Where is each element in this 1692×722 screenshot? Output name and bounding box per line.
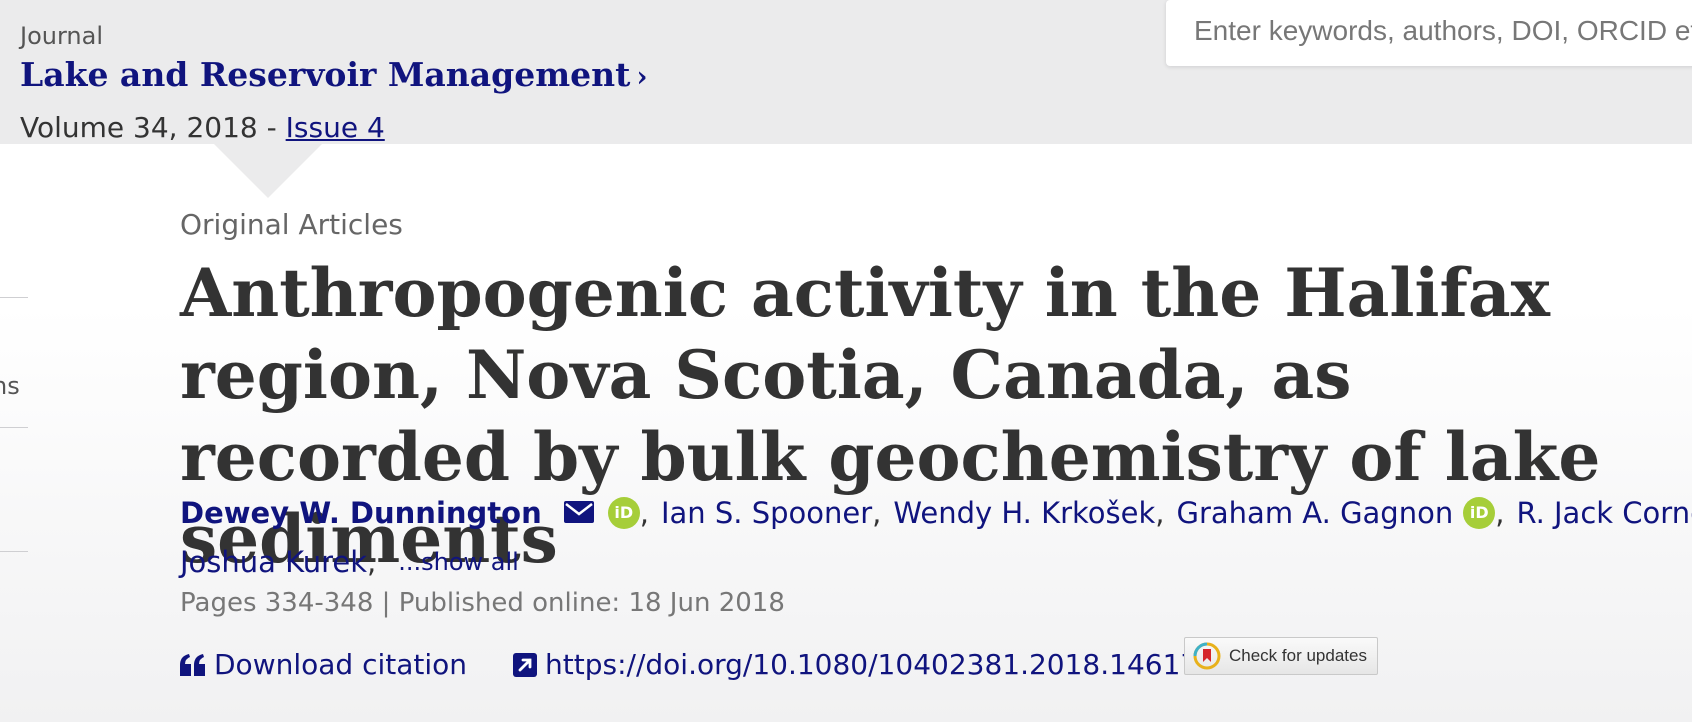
author-link[interactable]: R. Jack Cornett: [1516, 496, 1692, 530]
author-list-continued: Joshua Kurek, ...show all: [180, 545, 519, 579]
article-actions: Download citation https://doi.org/10.108…: [180, 648, 1234, 681]
sidebar-divider: [0, 427, 28, 428]
search-box: [1166, 0, 1692, 66]
journal-label: Journal: [20, 22, 104, 50]
sidebar-divider: [0, 297, 28, 298]
header-pointer: [214, 144, 322, 198]
check-for-updates-button[interactable]: Check for updates: [1184, 637, 1378, 675]
check-updates-label: Check for updates: [1229, 646, 1367, 665]
article-title: Anthropogenic activity in the Halifax re…: [180, 254, 1601, 578]
quote-icon: [180, 653, 205, 676]
publication-info: Pages 334-348 | Published online: 18 Jun…: [180, 588, 785, 618]
external-link-icon: [513, 652, 538, 677]
article-section: Original Articles: [180, 208, 403, 241]
author-link[interactable]: Graham A. Gagnon: [1177, 496, 1454, 530]
show-all-authors-link[interactable]: ...show all: [398, 548, 519, 576]
orcid-icon[interactable]: iD: [607, 497, 640, 529]
chevron-right-icon: ›: [636, 60, 648, 93]
volume-issue-line: Volume 34, 2018 - Issue 4: [20, 111, 385, 144]
journal-name-link[interactable]: Lake and Reservoir Management ›: [20, 55, 648, 94]
download-citation-button[interactable]: Download citation: [180, 648, 467, 681]
author-link[interactable]: Joshua Kurek: [180, 545, 367, 579]
published-date: Published online: 18 Jun 2018: [398, 588, 785, 618]
journal-name: Lake and Reservoir Management: [20, 55, 631, 94]
sidebar-divider: [0, 551, 28, 552]
author-list: Dewey W. Dunnington iD, Ian S. Spooner, …: [180, 496, 1692, 530]
doi-url: https://doi.org/10.1080/10402381.2018.14…: [545, 648, 1234, 681]
search-input[interactable]: [1166, 0, 1692, 62]
page-range: Pages 334-348: [180, 588, 374, 618]
author-link[interactable]: Ian S. Spooner: [661, 496, 872, 530]
author-link[interactable]: Wendy H. Krkošek: [893, 496, 1155, 530]
volume-text: Volume 34, 2018 -: [20, 111, 286, 144]
author-link[interactable]: Dewey W. Dunnington: [180, 496, 542, 530]
crossmark-icon: [1193, 642, 1221, 670]
download-citation-label: Download citation: [214, 648, 468, 681]
envelope-icon[interactable]: [563, 496, 594, 530]
sidebar-item-fragment[interactable]: ns: [0, 372, 20, 400]
issue-link[interactable]: Issue 4: [286, 111, 385, 144]
separator: |: [373, 588, 399, 618]
doi-link[interactable]: https://doi.org/10.1080/10402381.2018.14…: [513, 648, 1234, 681]
orcid-icon[interactable]: iD: [1463, 497, 1496, 529]
